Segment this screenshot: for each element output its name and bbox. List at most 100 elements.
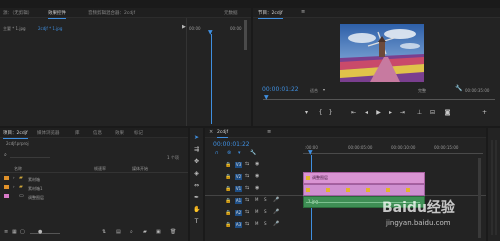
track-header-v3[interactable]: 🔒 V3 ⇆ ◉: [205, 159, 303, 171]
track-target-v2[interactable]: V2: [235, 174, 242, 180]
icon-view-icon[interactable]: ▦: [12, 230, 17, 235]
effect-scrollbar[interactable]: [244, 20, 247, 50]
timeline-settings-icon[interactable]: 🔧: [250, 151, 256, 156]
razor-tool-icon[interactable]: ◈: [193, 170, 200, 177]
step-back-button[interactable]: ◂: [363, 109, 370, 116]
adjustment-layer-clip[interactable]: 调整图层: [303, 172, 425, 184]
chevron-right-icon[interactable]: ›: [13, 176, 15, 180]
sync-lock-icon[interactable]: ⇆: [245, 186, 249, 191]
tab-sequence[interactable]: 2cdjf: [217, 130, 229, 138]
sync-lock-icon[interactable]: ⇆: [245, 162, 249, 167]
track-header-a3[interactable]: 🔒 A3 ⇆ M S 🎤: [205, 219, 303, 231]
pen-tool-icon[interactable]: ✒: [193, 194, 200, 201]
tab-media-browser[interactable]: 媒体浏览器: [37, 130, 60, 136]
eye-icon[interactable]: ◉: [255, 162, 259, 167]
sync-lock-icon[interactable]: ⇆: [245, 198, 249, 203]
track-header-a2[interactable]: 🔒 A2 ⇆ M S 🎤: [205, 207, 303, 219]
slip-tool-icon[interactable]: ⇔: [193, 182, 200, 189]
track-target-a1[interactable]: A1: [235, 198, 242, 204]
close-icon[interactable]: ×: [209, 130, 213, 135]
zoom-slider[interactable]: [30, 233, 60, 234]
tab-program[interactable]: 节目：2cdjf: [258, 10, 283, 19]
tab-info[interactable]: 信息: [93, 130, 102, 136]
mute-icon[interactable]: M: [255, 222, 258, 226]
sort-icon[interactable]: ⇅: [102, 230, 106, 235]
tab-audio-clip-mixer[interactable]: 音频剪辑混合器：2cdjf: [88, 10, 135, 16]
linked-selection-icon[interactable]: ⊗: [227, 151, 231, 156]
microphone-icon[interactable]: 🎤: [273, 222, 279, 227]
track-header-v2[interactable]: 🔒 V2 ⇆ ◉: [205, 171, 303, 183]
track-target-a2[interactable]: A2: [235, 210, 242, 216]
tab-source[interactable]: 源：（无剪辑）: [3, 10, 32, 16]
freeform-view-icon[interactable]: ▢: [20, 230, 25, 235]
track-target-a3[interactable]: A3: [235, 222, 242, 228]
track-target-v3[interactable]: V3: [235, 162, 242, 168]
fit-dropdown-icon[interactable]: ▾: [323, 88, 325, 92]
camera-icon[interactable]: ◙: [444, 109, 451, 116]
lift-button[interactable]: ⊥: [416, 109, 423, 116]
new-item-icon[interactable]: ▣: [156, 230, 161, 235]
list-view-icon[interactable]: ≡: [4, 230, 8, 235]
sync-lock-icon[interactable]: ⇆: [245, 174, 249, 179]
tab-effects[interactable]: 效果: [115, 130, 124, 136]
program-scrub-bar[interactable]: [263, 99, 495, 100]
new-bin-icon[interactable]: ▰: [143, 230, 147, 235]
lock-icon[interactable]: 🔒: [225, 174, 231, 180]
menu-icon[interactable]: ≡: [267, 130, 271, 135]
automate-icon[interactable]: ▤: [116, 230, 121, 235]
menu-icon[interactable]: ≡: [301, 10, 305, 15]
track-target-v1[interactable]: V1: [235, 186, 242, 192]
step-forward-button[interactable]: ▸: [387, 109, 394, 116]
type-tool-icon[interactable]: T: [193, 218, 200, 225]
program-playhead-icon[interactable]: ▼: [264, 95, 269, 101]
microphone-icon[interactable]: 🎤: [273, 198, 279, 203]
mute-icon[interactable]: M: [255, 210, 258, 214]
trash-icon[interactable]: 🗑: [170, 230, 176, 235]
wrench-icon[interactable]: 🔧: [455, 86, 462, 92]
track-header-a1[interactable]: 🔒 A1 ⇆ M S 🎤: [205, 195, 303, 207]
lock-icon[interactable]: 🔒: [225, 222, 231, 228]
solo-icon[interactable]: S: [264, 222, 267, 226]
list-item[interactable]: › ▰ 素材箱1: [0, 184, 188, 192]
solo-icon[interactable]: S: [264, 198, 267, 202]
chevron-right-icon[interactable]: ›: [13, 185, 15, 189]
lock-icon[interactable]: 🔒: [225, 186, 231, 192]
go-to-in-button[interactable]: ⇤: [350, 109, 357, 116]
selection-tool-icon[interactable]: ➤: [193, 134, 200, 141]
sync-lock-icon[interactable]: ⇆: [245, 222, 249, 227]
fit-select[interactable]: 适合: [310, 88, 318, 94]
play-button[interactable]: ▶: [375, 109, 382, 116]
snap-icon[interactable]: ∩: [215, 151, 219, 156]
lock-icon[interactable]: 🔒: [225, 210, 231, 216]
effect-playhead[interactable]: [211, 34, 212, 124]
list-item[interactable]: › ▰ 素材箱: [0, 175, 188, 183]
extract-button[interactable]: ⊟: [429, 109, 436, 116]
search-field[interactable]: [10, 157, 50, 158]
search-icon[interactable]: ⌕: [4, 153, 7, 158]
tab-effect-controls[interactable]: 效果控件: [48, 10, 66, 19]
track-select-tool-icon[interactable]: ⇶: [193, 146, 200, 153]
hand-tool-icon[interactable]: ✋: [193, 206, 200, 213]
go-to-out-button[interactable]: ⇥: [399, 109, 406, 116]
timeline-timecode[interactable]: 00:00:01:22: [213, 141, 250, 148]
eye-icon[interactable]: ◉: [255, 174, 259, 179]
out-point-button[interactable]: }: [327, 109, 334, 116]
track-header-v1[interactable]: 🔒 V1 ⇆ ◉: [205, 183, 303, 195]
tab-metadata[interactable]: 元数据: [224, 10, 238, 16]
ripple-edit-tool-icon[interactable]: ✥: [193, 158, 200, 165]
mute-icon[interactable]: M: [255, 198, 258, 202]
effect-clip-label[interactable]: 2cdjf * 1.jpg: [38, 26, 62, 31]
in-point-button[interactable]: {: [317, 109, 324, 116]
list-item[interactable]: ▭ 调整图层: [0, 193, 188, 201]
solo-icon[interactable]: S: [264, 210, 267, 214]
tab-project[interactable]: 项目：2cdjf: [3, 130, 28, 139]
eye-icon[interactable]: ◉: [255, 186, 259, 191]
lock-icon[interactable]: 🔒: [225, 198, 231, 204]
lock-icon[interactable]: 🔒: [225, 162, 231, 168]
program-timecode[interactable]: 00:00:01:22: [262, 86, 299, 93]
image-clip-v1[interactable]: [303, 184, 425, 196]
tab-markers[interactable]: 标记: [134, 130, 143, 136]
quality-select[interactable]: 完整: [418, 88, 426, 94]
microphone-icon[interactable]: 🎤: [273, 210, 279, 215]
zoom-slider-thumb-icon[interactable]: ●: [38, 230, 42, 235]
